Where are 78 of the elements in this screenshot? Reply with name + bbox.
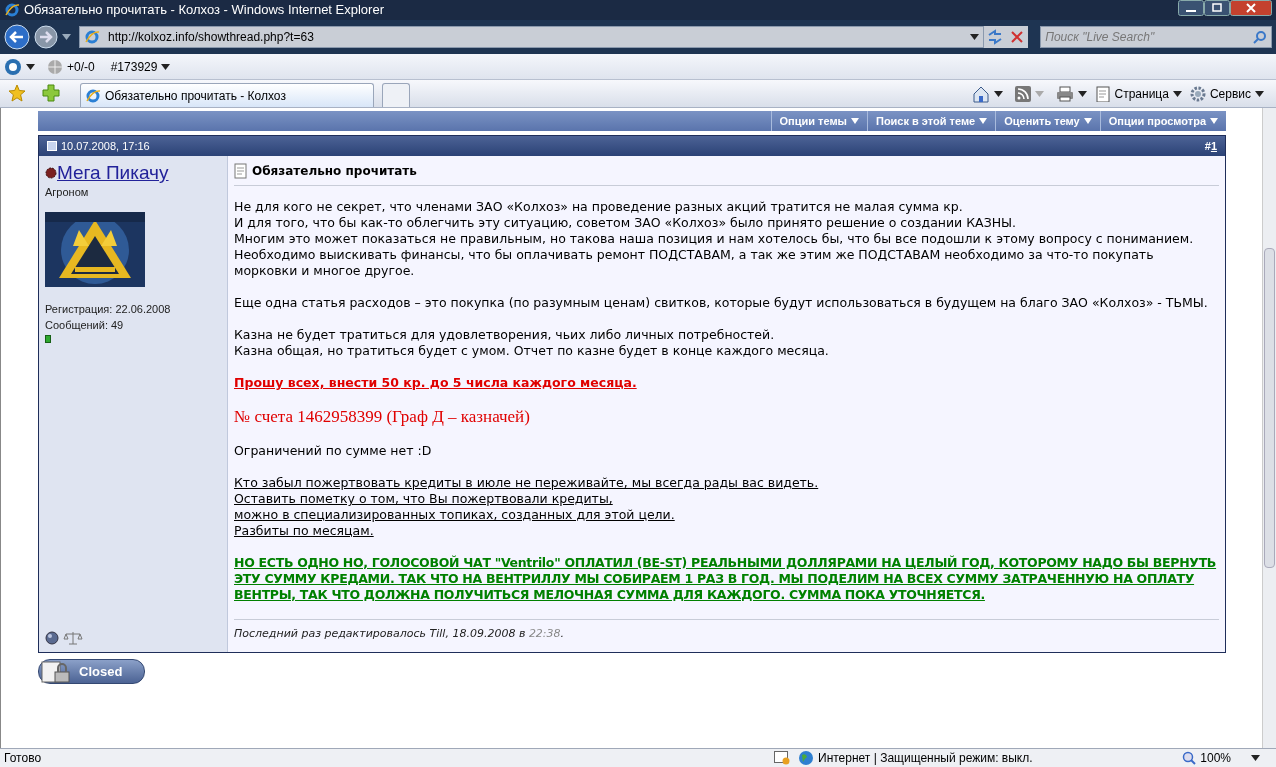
dropdown-arrow-icon bbox=[1255, 91, 1264, 97]
settings-icon bbox=[1189, 86, 1206, 102]
dropdown-arrow-icon[interactable] bbox=[161, 63, 171, 70]
post-date: 10.07.2008, 17:16 bbox=[61, 138, 150, 154]
browser-tab[interactable]: Обязательно прочитать - Колхоз bbox=[80, 83, 374, 107]
scales-icon[interactable] bbox=[63, 630, 83, 646]
status-orb-icon bbox=[45, 631, 59, 645]
command-menu[interactable]: Страница bbox=[1094, 85, 1182, 103]
thread-menu[interactable]: Опции просмотра bbox=[1099, 111, 1226, 131]
browser-icon bbox=[4, 2, 20, 18]
minimize-icon[interactable] bbox=[1178, 0, 1204, 16]
registration-date: Регистрация: 22.06.2008 bbox=[45, 301, 172, 317]
post-text: можно в специализированных топиках, созданных для этой цели. bbox=[234, 507, 676, 523]
user-rank: Агроном bbox=[45, 185, 90, 200]
user-status-icon bbox=[45, 167, 57, 179]
dropdown-arrow-icon[interactable] bbox=[26, 63, 35, 70]
home-icon[interactable] bbox=[971, 85, 990, 103]
username-link[interactable]: Мега Пикачу bbox=[57, 162, 169, 184]
post-text: Необходимо выискивать финансы, что бы оплачивать ремонт ПОДСТАВАМ, а так же этим же ПОДСТАВАМ необходимо за что-то покупать морковки и многое другое. bbox=[234, 247, 1155, 279]
window-title: Обязательно прочитать - Колхоз - Windows Internet Explorer bbox=[24, 1, 384, 20]
search-icon[interactable] bbox=[1253, 30, 1267, 44]
feed-icon[interactable] bbox=[1014, 86, 1031, 102]
edit-note: Последний раз редактировалось Till, 18.09.2008 в 22:38. bbox=[234, 619, 1219, 642]
dropdown-arrow-icon[interactable] bbox=[970, 34, 980, 40]
post-count: Сообщений: 49 bbox=[45, 318, 125, 333]
zoom-level[interactable]: 100% bbox=[1200, 749, 1231, 767]
post-text: Еще одна статья расходов – это покупка (по разумным ценам) свитков, которые будут использоваться в будущем на благо ЗАО «Колхоз» - ТЬМЫ. bbox=[234, 295, 1209, 311]
dropdown-arrow-icon bbox=[1172, 91, 1182, 97]
add-favorites-icon[interactable] bbox=[42, 84, 60, 102]
post-number-link[interactable]: 1 bbox=[1210, 139, 1217, 152]
lock-icon bbox=[41, 659, 71, 684]
security-zone: Интернет | Защищенный режим: выкл. bbox=[818, 750, 1033, 767]
scroll-thumb[interactable] bbox=[1264, 248, 1275, 568]
globe-icon bbox=[798, 750, 814, 766]
restore-icon[interactable] bbox=[1204, 0, 1230, 16]
close-icon[interactable] bbox=[1230, 0, 1272, 16]
rank-text: #173929 bbox=[110, 58, 158, 76]
dropdown-arrow-icon bbox=[979, 118, 988, 124]
dropdown-arrow-icon bbox=[1210, 118, 1218, 124]
dropdown-arrow-icon[interactable] bbox=[1077, 91, 1087, 97]
post-text: Разбиты по месяцам. bbox=[234, 523, 375, 539]
popup-blocked-icon bbox=[774, 751, 790, 765]
post-text: И для того, что бы как-то облегчить эту ситуацию, советом ЗАО «Колхоз» было принято решение о создании КАЗНЫ. bbox=[234, 215, 1018, 231]
post-number-prefix: # bbox=[1204, 139, 1211, 152]
dropdown-arrow-icon[interactable] bbox=[993, 91, 1003, 97]
post-text: НО ЕСТЬ ОДНО НО, ГОЛОСОВОЙ ЧАТ "Ventrilo" ОПЛАТИЛ (BE-ST) РЕАЛЬНЫМИ ДОЛЛЯРАМИ НА ЦЕЛЫЙ ГОД, КОТОРОМУ НАДО БЫ ВЕРНУТЬ ЭТУ СУММУ КРЕДАМИ. ТАК ЧТО НА ВЕНТРИЛЛУ МЫ СОБИРАЕМ 1 РАЗ В ГОД. МЫ ПОДЕЛИМ НА ВСЕХ СУММУ ЗАТРАЧЕННУЮ НА ОПЛАТУ ВЕНТРЫ, ТАК ЧТО ДОЛЖНА ПОЛУЧИТЬСЯ МЕЛОЧНАЯ СУММА ДЛЯ КАЖДОГО. СУММА ПОКА УТОЧНЯЕТСЯ. bbox=[234, 555, 1218, 603]
dropdown-arrow-icon[interactable] bbox=[1251, 755, 1260, 761]
forward-icon[interactable] bbox=[34, 25, 58, 49]
post-text: Казна не будет тратиться для удовлетворения, чьих либо личных потребностей. bbox=[234, 327, 776, 343]
command-menu[interactable]: Сервис bbox=[1189, 85, 1264, 103]
post-text: Оставить пометку о том, что Вы пожертвовали кредиты, bbox=[234, 491, 614, 507]
document-icon bbox=[234, 163, 248, 179]
closed-button[interactable]: Closed bbox=[38, 659, 145, 684]
rating-text: +0/-0 bbox=[67, 58, 95, 76]
stop-icon[interactable] bbox=[1006, 26, 1029, 48]
dropdown-arrow-icon bbox=[851, 118, 859, 124]
thread-menu[interactable]: Поиск в этой теме bbox=[867, 111, 996, 131]
thread-menu[interactable]: Оценить тему bbox=[995, 111, 1100, 131]
post-text: Прошу всех, внести 50 кр. до 5 числа каждого месяца. bbox=[234, 375, 638, 391]
post-text: Многим это может показаться не правильным, но такова наша позиция и нам хотелось бы, что бы все подошли к этому вопросу с пониманием. bbox=[234, 231, 1195, 247]
zoom-icon[interactable] bbox=[1182, 751, 1197, 765]
address-field[interactable]: http://kolxoz.info/showthread.php?t=63 bbox=[79, 26, 985, 48]
post-icon bbox=[47, 141, 57, 151]
post-text: Ограничений по сумме нет :D bbox=[234, 443, 433, 459]
back-icon[interactable] bbox=[4, 24, 30, 50]
scrollbar[interactable] bbox=[1262, 108, 1276, 748]
post-text: № счета 1462958399 (Граф Д – казначей) bbox=[234, 407, 531, 427]
toolbar-logo-icon[interactable] bbox=[4, 57, 22, 76]
globe-icon bbox=[47, 58, 63, 75]
dropdown-arrow-icon bbox=[1083, 118, 1092, 124]
post-text: Кто забыл пожертвовать кредиты в июле не переживайте, мы всегда рады вас видеть. bbox=[234, 475, 820, 491]
thread-menu[interactable]: Опции темы bbox=[770, 111, 867, 131]
print-icon[interactable] bbox=[1055, 86, 1074, 102]
status-text: Готово bbox=[4, 750, 43, 767]
post-text: Казна общая, но тратиться будет с умом. Отчет по казне будет в конце каждого месяца. bbox=[234, 343, 830, 359]
favorites-star-icon[interactable] bbox=[8, 84, 26, 102]
post-text: Не для кого не секрет, что членами ЗАО «Колхоз» на проведение разных акций тратится не малая сумма кр. bbox=[234, 199, 964, 215]
post-title: Обязательно прочитать bbox=[252, 163, 417, 179]
